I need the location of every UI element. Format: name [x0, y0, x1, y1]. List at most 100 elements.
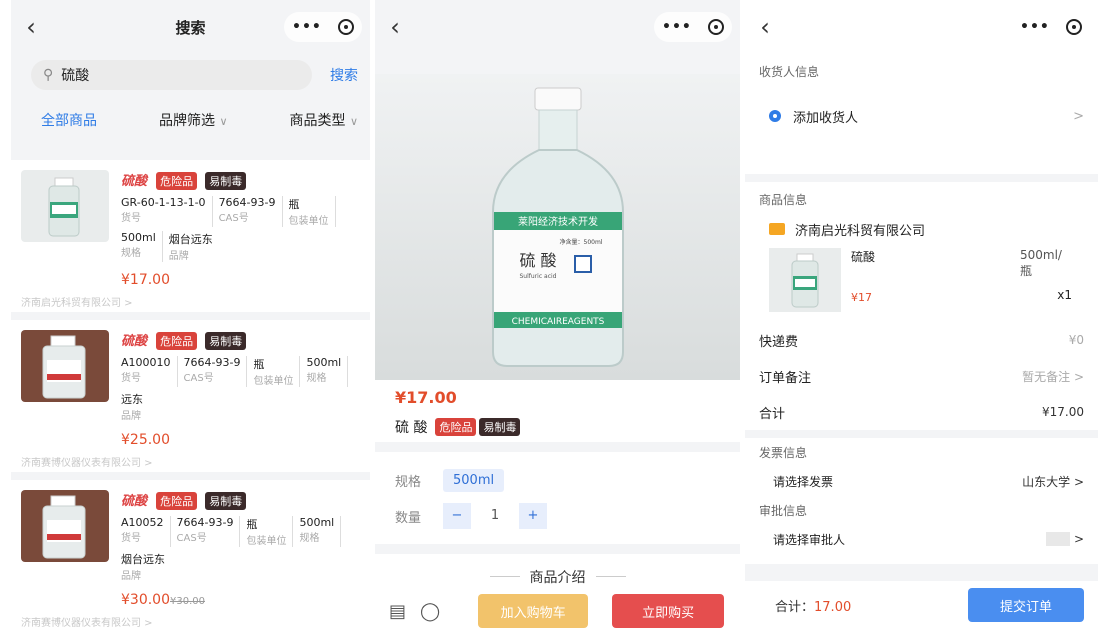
spec-value: 500ml: [121, 231, 156, 244]
mini-program-capsule: •••: [654, 12, 732, 42]
sku-label: 货号: [121, 213, 141, 224]
filter-bar: 全部商品 品牌筛选 ∨ 商品类型 ∨: [11, 92, 370, 152]
buy-now-button[interactable]: 立即购买: [612, 594, 725, 628]
back-icon[interactable]: ‹: [11, 13, 51, 41]
subtotal-label: 合计: [759, 406, 786, 422]
footer-total-label: 合计：: [775, 599, 815, 615]
cas-label: CAS号: [176, 533, 207, 544]
search-value: 硫酸: [61, 68, 90, 84]
product-name: 硫酸: [121, 494, 148, 509]
add-to-cart-button[interactable]: 加入购物车: [478, 594, 589, 628]
more-dots-icon[interactable]: •••: [292, 19, 322, 35]
controlled-tag: 易制毒: [205, 332, 247, 350]
unit-value: 瓶: [288, 198, 300, 211]
back-icon[interactable]: ‹: [375, 13, 415, 41]
bottle-illustration: 莱阳经济技术开发 净含量：500ml 硫 酸 Sulfuric acid CHE…: [491, 87, 624, 367]
spec-option[interactable]: 500ml: [443, 468, 505, 492]
back-icon[interactable]: ‹: [745, 13, 785, 41]
mini-program-capsule: •••: [1012, 12, 1090, 42]
vendor-link[interactable]: 济南赛博仪器仪表有限公司 >: [21, 454, 360, 469]
product-image: [21, 330, 109, 402]
shop-name: 济南启光科贸有限公司: [795, 223, 926, 239]
store-icon[interactable]: ▤: [389, 601, 406, 622]
search-panel: ‹ 搜索 ••• ⚲ 硫酸 搜索 全部商品 品牌筛选 ∨ 商品类型 ∨ 硫酸 危…: [11, 0, 370, 629]
invoice-label: 请选择发票: [773, 474, 834, 489]
bottle-brand: CHEMICAIREAGENTS: [511, 317, 604, 327]
search-icon: ⚲: [43, 67, 54, 83]
bottle-header: 莱阳经济技术开发: [518, 215, 598, 228]
invoice-row[interactable]: 请选择发票 山东大学 >: [759, 466, 1084, 496]
spec-label: 规格: [395, 474, 422, 490]
remark-label: 订单备注: [759, 370, 812, 386]
vendor-link[interactable]: 济南赛博仪器仪表有限公司 >: [21, 614, 360, 629]
search-button[interactable]: 搜索: [312, 65, 360, 85]
filter-type[interactable]: 商品类型 ∨: [289, 110, 358, 152]
product-name: 硫酸: [121, 174, 148, 189]
product-price: ¥17.00: [121, 272, 170, 288]
chevron-right-icon: >: [1073, 108, 1084, 124]
sku-value: A10052: [121, 516, 164, 529]
brand-label: 品牌: [121, 571, 141, 582]
shipping-value: ¥0: [1068, 333, 1084, 347]
product-image: [21, 490, 109, 562]
approval-row[interactable]: 请选择审批人 >: [759, 524, 1084, 554]
invoice-title: 发票信息: [759, 445, 808, 460]
add-receiver-row[interactable]: 添加收货人 >: [759, 88, 1084, 144]
product-name: 硫酸: [121, 334, 148, 349]
cart-icon[interactable]: ◯: [420, 601, 440, 622]
plus-button[interactable]: +: [519, 503, 547, 529]
product-card[interactable]: 硫酸 危险品 易制毒 GR-60-1-13-1-0 货号 7664-93-9 CAS…: [11, 160, 370, 312]
hazard-tag: 危险品: [156, 492, 198, 510]
remark-row[interactable]: 订单备注 暂无备注 >: [759, 358, 1084, 394]
filter-brand-label: 品牌筛选: [158, 113, 215, 129]
product-price: ¥17.00: [375, 380, 740, 408]
cas-value: 7664-93-9: [218, 196, 276, 209]
chevron-right-icon: >: [1073, 531, 1084, 546]
brand-label: 品牌: [121, 411, 141, 422]
more-dots-icon[interactable]: •••: [1020, 19, 1050, 35]
product-name-row: 硫 酸 危险品 易制毒: [375, 408, 740, 442]
filter-brand[interactable]: 品牌筛选 ∨: [159, 110, 228, 152]
hazard-tag: 危险品: [156, 332, 198, 350]
product-price: ¥25.00: [121, 432, 170, 448]
more-dots-icon[interactable]: •••: [662, 19, 692, 35]
minus-button[interactable]: −: [443, 503, 471, 529]
order-item: 硫酸 ¥17 500ml/瓶 x1: [759, 242, 1084, 322]
product-detail-panel: ‹ ••• 莱阳经济技术开发 净含量：500ml 硫 酸 Sulfuric ac…: [375, 0, 740, 629]
submit-order-button[interactable]: 提交订单: [968, 588, 1084, 622]
unit-label: 包装单位: [288, 216, 329, 227]
brand-value: 远东: [121, 393, 143, 406]
hazard-tag: 危险品: [435, 418, 477, 436]
search-input[interactable]: ⚲ 硫酸: [31, 60, 312, 90]
target-icon[interactable]: [1065, 19, 1082, 35]
invoice-value: 山东大学 >: [1022, 474, 1084, 489]
search-row: ⚲ 硫酸 搜索: [11, 54, 370, 92]
product-card[interactable]: 硫酸 危险品 易制毒 A100010 货号 7664-93-9 CAS号 瓶包装单位…: [11, 320, 370, 472]
quantity-input[interactable]: 1: [471, 503, 519, 529]
order-confirm-panel: ‹ ••• 收货人信息 添加收货人 > 商品信息 济南启光科贸有限公司 硫酸 ¥…: [745, 0, 1098, 629]
product-hero-image: 莱阳经济技术开发 净含量：500ml 硫 酸 Sulfuric acid CHE…: [375, 74, 740, 380]
footer-total: 合计：17.00: [775, 596, 851, 615]
filter-all-products[interactable]: 全部商品: [41, 110, 97, 152]
item-image: [769, 248, 841, 312]
footer-total-value: 17.00: [814, 599, 852, 615]
approval-label: 请选择审批人: [773, 532, 846, 547]
action-bar: ▤ ◯ 加入购物车 立即购买: [375, 593, 740, 629]
bottle-chinese: 硫 酸: [519, 251, 556, 270]
brand-value: 烟台远东: [121, 553, 165, 566]
target-icon[interactable]: [707, 19, 724, 35]
product-card[interactable]: 硫酸 危险品 易制毒 A10052 货号 7664-93-9 CAS号 瓶包装单位 …: [11, 480, 370, 629]
options-section: 规格 500ml 数量 − 1 +: [375, 452, 740, 544]
vendor-link[interactable]: 济南启光科贸有限公司 >: [21, 294, 360, 309]
submit-bar: 合计：17.00 提交订单: [745, 581, 1098, 629]
target-icon[interactable]: [337, 19, 354, 35]
bottle-english: Sulfuric acid: [519, 273, 556, 280]
cas-label: CAS号: [218, 213, 249, 224]
quantity-label: 数量: [395, 510, 422, 526]
item-quantity: x1: [1057, 288, 1072, 302]
item-spec: 500ml/瓶: [1020, 248, 1062, 278]
approval-value: >: [1045, 531, 1084, 547]
shop-row: 济南启光科贸有限公司: [759, 216, 1084, 242]
sku-label: 货号: [121, 533, 141, 544]
shipping-row: 快递费 ¥0: [759, 322, 1084, 358]
